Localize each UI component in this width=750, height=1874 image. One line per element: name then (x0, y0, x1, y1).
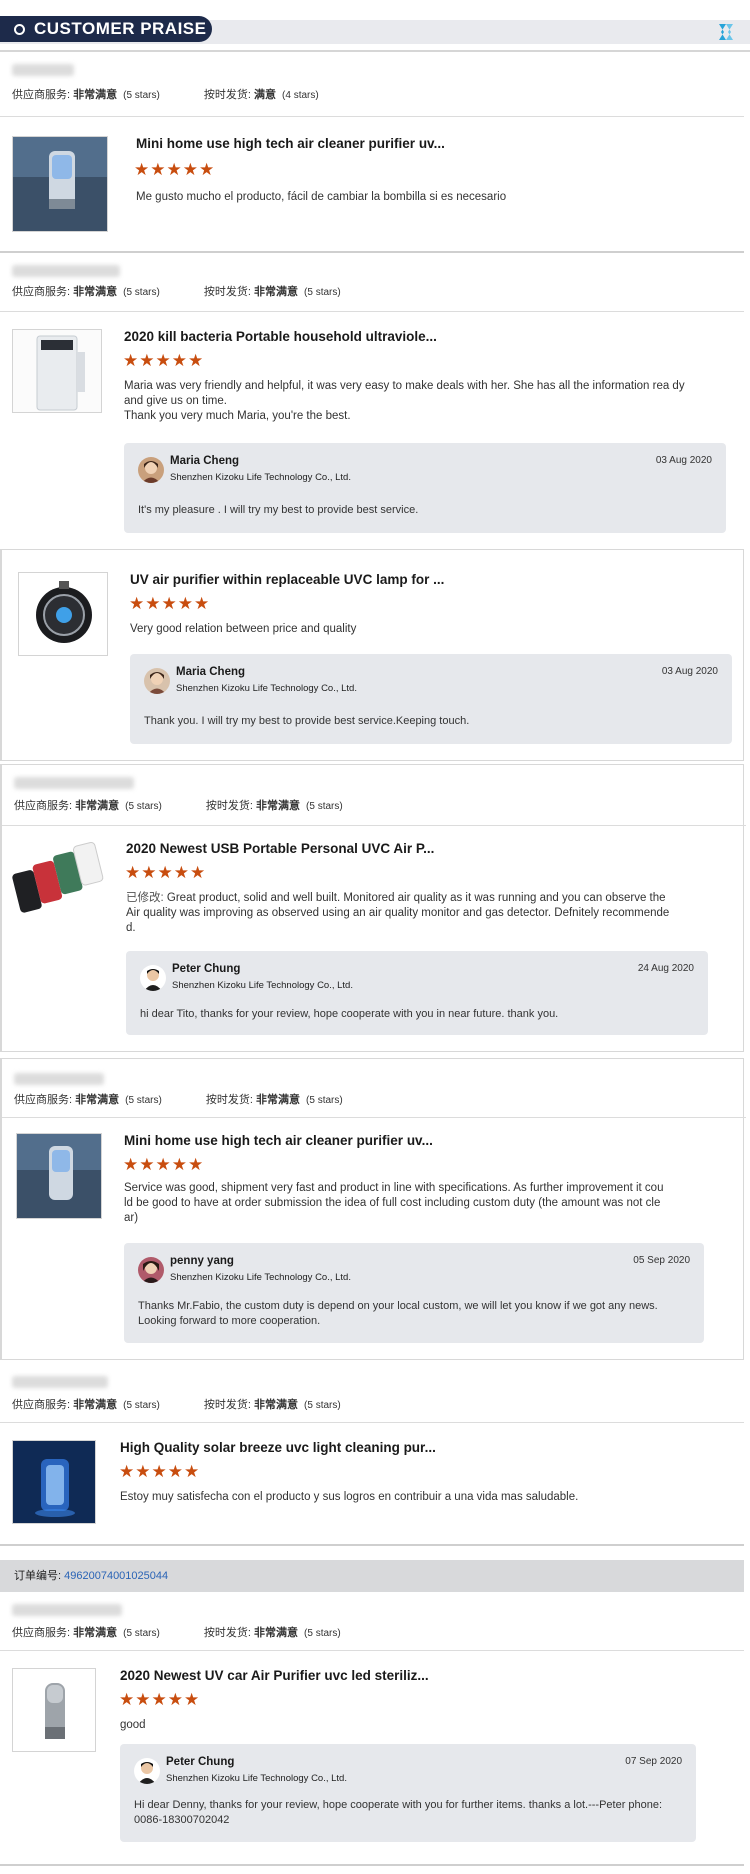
review-text: Very good relation between price and qua… (130, 623, 357, 635)
reviewer-name-blurred (14, 1073, 104, 1085)
product-thumbnail[interactable] (12, 1668, 96, 1752)
reply-message: Thanks Mr.Fabio, the custom duty is depe… (138, 1300, 658, 1327)
review-card: 供应商服务: 非常满意 (5 stars) 按时发货: 满意 (4 stars) M… (0, 52, 744, 252)
product-title-link[interactable]: Mini home use high tech air cleaner puri… (136, 136, 445, 151)
reviewer-name-blurred (12, 265, 120, 277)
reply-company: Shenzhen Kizoku Life Technology Co., Ltd… (170, 1272, 351, 1283)
product-thumbnail[interactable] (12, 1440, 96, 1524)
review-text: 已修改: Great product, solid and well built… (126, 892, 670, 934)
circle-icon (14, 23, 25, 35)
divider (0, 1544, 744, 1546)
avatar (138, 457, 164, 483)
product-title-link[interactable]: 2020 Newest USB Portable Personal UVC Ai… (126, 841, 434, 856)
star-rating: ★★★★★ (119, 1462, 201, 1481)
reply-company: Shenzhen Kizoku Life Technology Co., Ltd… (170, 472, 351, 483)
avatar (134, 1758, 160, 1784)
avatar (144, 668, 170, 694)
rating-meta: 供应商服务: 非常满意 (5 stars) 按时发货: 满意 (4 stars) (12, 89, 319, 101)
order-label: 订单编号: (14, 1570, 62, 1582)
reviewer-name-blurred (12, 1604, 122, 1616)
rating-meta: 供应商服务: 非常满意 (5 stars) 按时发货: 非常满意 (5 stars) (14, 800, 343, 812)
reply-date: 05 Sep 2020 (633, 1255, 690, 1266)
reply-author: Peter Chung (172, 963, 241, 975)
brand-logo-icon (719, 24, 733, 40)
product-title-link[interactable]: Mini home use high tech air cleaner puri… (124, 1133, 433, 1148)
avatar (138, 1257, 164, 1283)
reply-author: Maria Cheng (176, 666, 246, 678)
review-text: good (120, 1719, 146, 1731)
reply-message: It's my pleasure . I will try my best to… (138, 504, 419, 516)
order-number-link[interactable]: 49620074001025044 (64, 1570, 168, 1582)
reply-message: Thank you. I will try my best to provide… (144, 715, 470, 727)
divider (0, 1864, 744, 1866)
modified-prefix: 已修改: (126, 892, 164, 904)
review-card: UV air purifier within replaceable UVC l… (0, 549, 744, 761)
divider (2, 825, 746, 826)
reply-date: 03 Aug 2020 (661, 666, 718, 677)
rating-meta: 供应商服务: 非常满意 (5 stars) 按时发货: 非常满意 (5 stars) (12, 1627, 341, 1639)
header-pill: CUSTOMER PRAISE (0, 16, 212, 42)
review-card: 供应商服务: 非常满意 (5 stars) 按时发货: 非常满意 (5 stars)… (0, 253, 744, 549)
rating-meta: 供应商服务: 非常满意 (5 stars) 按时发货: 非常满意 (5 stars) (12, 286, 341, 298)
reply-author: Maria Cheng (170, 455, 240, 467)
divider (0, 311, 744, 312)
reply-author: Peter Chung (166, 1756, 235, 1768)
reply-date: 24 Aug 2020 (637, 963, 694, 974)
product-title-link[interactable]: 2020 Newest UV car Air Purifier uvc led … (120, 1668, 429, 1683)
review-card: 供应商服务: 非常满意 (5 stars) 按时发货: 非常满意 (5 stars)… (0, 1058, 746, 1360)
star-rating: ★★★★★ (119, 1690, 201, 1709)
rating-meta: 供应商服务: 非常满意 (5 stars) 按时发货: 非常满意 (5 stars) (14, 1094, 343, 1106)
star-rating: ★★★★★ (123, 351, 205, 370)
reviewer-name-blurred (14, 777, 134, 789)
star-rating: ★★★★★ (134, 160, 216, 179)
review-text: Maria was very friendly and helpful, it … (124, 380, 685, 422)
review-text: Me gusto mucho el producto, fácil de cam… (136, 191, 507, 203)
star-rating: ★★★★★ (123, 1155, 205, 1174)
reply-company: Shenzhen Kizoku Life Technology Co., Ltd… (166, 1773, 347, 1784)
seller-reply: Maria Cheng Shenzhen Kizoku Life Technol… (130, 654, 732, 744)
header-title: CUSTOMER PRAISE (34, 19, 207, 38)
order-number-bar: 订单编号: 49620074001025044 (0, 1560, 744, 1592)
avatar (140, 965, 166, 991)
divider (0, 1650, 744, 1651)
divider (0, 1422, 744, 1423)
reply-company: Shenzhen Kizoku Life Technology Co., Ltd… (176, 683, 357, 694)
reply-author: penny yang (170, 1255, 234, 1267)
reply-date: 03 Aug 2020 (655, 455, 712, 466)
reviewer-name-blurred (12, 1376, 108, 1388)
review-card: 供应商服务: 非常满意 (5 stars) 按时发货: 非常满意 (5 stars)… (0, 764, 746, 1052)
product-thumbnail[interactable] (12, 329, 102, 413)
review-card: 供应商服务: 非常满意 (5 stars) 按时发货: 非常满意 (5 stars)… (0, 1364, 744, 1544)
review-text: Service was good, shipment very fast and… (124, 1182, 664, 1224)
review-card: 供应商服务: 非常满意 (5 stars) 按时发货: 非常满意 (5 stars)… (0, 1592, 744, 1862)
product-title-link[interactable]: High Quality solar breeze uvc light clea… (120, 1440, 436, 1455)
star-rating: ★★★★★ (129, 594, 211, 613)
divider (2, 1117, 746, 1118)
product-thumbnail[interactable] (18, 572, 108, 656)
reply-company: Shenzhen Kizoku Life Technology Co., Ltd… (172, 980, 353, 991)
seller-reply: Maria Cheng Shenzhen Kizoku Life Technol… (124, 443, 726, 533)
reply-date: 07 Sep 2020 (625, 1756, 682, 1767)
reply-message: hi dear Tito, thanks for your review, ho… (140, 1008, 559, 1020)
review-text: Estoy muy satisfecha con el producto y s… (120, 1491, 579, 1503)
seller-reply: Peter Chung Shenzhen Kizoku Life Technol… (126, 951, 708, 1035)
divider (0, 116, 744, 117)
product-title-link[interactable]: UV air purifier within replaceable UVC l… (130, 572, 444, 587)
rating-meta: 供应商服务: 非常满意 (5 stars) 按时发货: 非常满意 (5 stars) (12, 1399, 341, 1411)
star-rating: ★★★★★ (125, 863, 207, 882)
seller-reply: Peter Chung Shenzhen Kizoku Life Technol… (120, 1744, 696, 1842)
reviewer-name-blurred (12, 64, 74, 76)
reply-message: Hi dear Denny, thanks for your review, h… (134, 1799, 663, 1826)
product-title-link[interactable]: 2020 kill bacteria Portable household ul… (124, 329, 437, 344)
product-thumbnail[interactable] (16, 1133, 102, 1219)
product-thumbnail[interactable] (10, 841, 110, 917)
section-header: CUSTOMER PRAISE (0, 16, 750, 46)
seller-reply: penny yang Shenzhen Kizoku Life Technolo… (124, 1243, 704, 1343)
product-thumbnail[interactable] (12, 136, 108, 232)
